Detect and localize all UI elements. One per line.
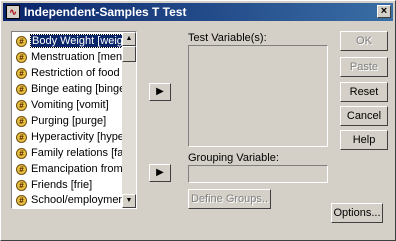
list-item[interactable]: # Body Weight [weig bbox=[13, 33, 123, 50]
scale-variable-icon: # bbox=[16, 180, 27, 191]
list-item-label: Binge eating [binge bbox=[31, 83, 123, 95]
scale-variable-icon: # bbox=[16, 100, 27, 111]
paste-button[interactable]: Paste bbox=[340, 57, 388, 77]
test-variables-label: Test Variable(s): bbox=[188, 32, 267, 44]
close-button[interactable]: × bbox=[377, 5, 391, 18]
list-item-label: School/employmen bbox=[31, 194, 123, 206]
move-to-grouping-variable-button[interactable]: ▶ bbox=[149, 164, 171, 182]
test-variables-list[interactable] bbox=[188, 45, 328, 147]
list-item-label: Friends [frie] bbox=[31, 179, 93, 191]
scroll-thumb[interactable] bbox=[122, 46, 136, 62]
scale-variable-icon: # bbox=[16, 116, 27, 127]
list-item-label: Restriction of food i bbox=[31, 67, 123, 79]
list-item-label: Menstruation [mens bbox=[31, 51, 123, 63]
define-groups-button[interactable]: Define Groups.. bbox=[188, 189, 271, 209]
scale-variable-icon: # bbox=[16, 68, 27, 79]
cancel-button[interactable]: Cancel bbox=[340, 106, 388, 126]
help-button[interactable]: Help bbox=[340, 130, 388, 150]
scale-variable-icon: # bbox=[16, 132, 27, 143]
variable-list[interactable]: # Body Weight [weig # Menstruation [mens… bbox=[11, 31, 137, 209]
scale-variable-icon: # bbox=[16, 164, 27, 175]
list-item[interactable]: # Hyperactivity [hype bbox=[13, 129, 123, 146]
list-item[interactable]: # Restriction of food i bbox=[13, 65, 123, 82]
scale-variable-icon: # bbox=[16, 195, 27, 206]
scroll-up-button[interactable]: ▲ bbox=[122, 32, 136, 46]
grouping-variable-field[interactable] bbox=[188, 165, 328, 183]
list-item[interactable]: # Vomiting [vomit] bbox=[13, 97, 123, 114]
app-icon: ∿ bbox=[6, 5, 20, 19]
scale-variable-icon: # bbox=[16, 36, 27, 47]
list-item[interactable]: # Binge eating [binge bbox=[13, 81, 123, 98]
list-item-label: Purging [purge] bbox=[31, 115, 107, 127]
reset-button[interactable]: Reset bbox=[340, 82, 388, 102]
list-item-label: Family relations [fan bbox=[31, 147, 123, 159]
list-item[interactable]: # Emancipation from bbox=[13, 161, 123, 178]
scale-variable-icon: # bbox=[16, 52, 27, 63]
scale-variable-icon: # bbox=[16, 84, 27, 95]
options-button[interactable]: Options... bbox=[331, 203, 383, 223]
list-item[interactable]: # Family relations [fan bbox=[13, 145, 123, 162]
title-bar: ∿ Independent-Samples T Test × bbox=[3, 3, 393, 21]
list-item-label: Vomiting [vomit] bbox=[31, 99, 109, 111]
move-to-test-variables-button[interactable]: ▶ bbox=[149, 83, 171, 101]
vertical-scrollbar[interactable]: ▲ ▼ bbox=[122, 32, 136, 208]
grouping-variable-label: Grouping Variable: bbox=[188, 152, 279, 164]
dialog-window: ∿ Independent-Samples T Test × # Body We… bbox=[0, 0, 396, 241]
list-item-label: Emancipation from bbox=[31, 163, 123, 175]
window-title: Independent-Samples T Test bbox=[24, 5, 187, 19]
scroll-down-button[interactable]: ▼ bbox=[122, 194, 136, 208]
ok-button[interactable]: OK bbox=[340, 31, 388, 51]
list-item[interactable]: # School/employmen bbox=[13, 192, 123, 209]
scale-variable-icon: # bbox=[16, 148, 27, 159]
list-item-label: Hyperactivity [hype bbox=[31, 131, 123, 143]
list-item[interactable]: # Purging [purge] bbox=[13, 113, 123, 130]
list-item-label: Body Weight [weig bbox=[30, 34, 123, 48]
list-item[interactable]: # Menstruation [mens bbox=[13, 49, 123, 66]
